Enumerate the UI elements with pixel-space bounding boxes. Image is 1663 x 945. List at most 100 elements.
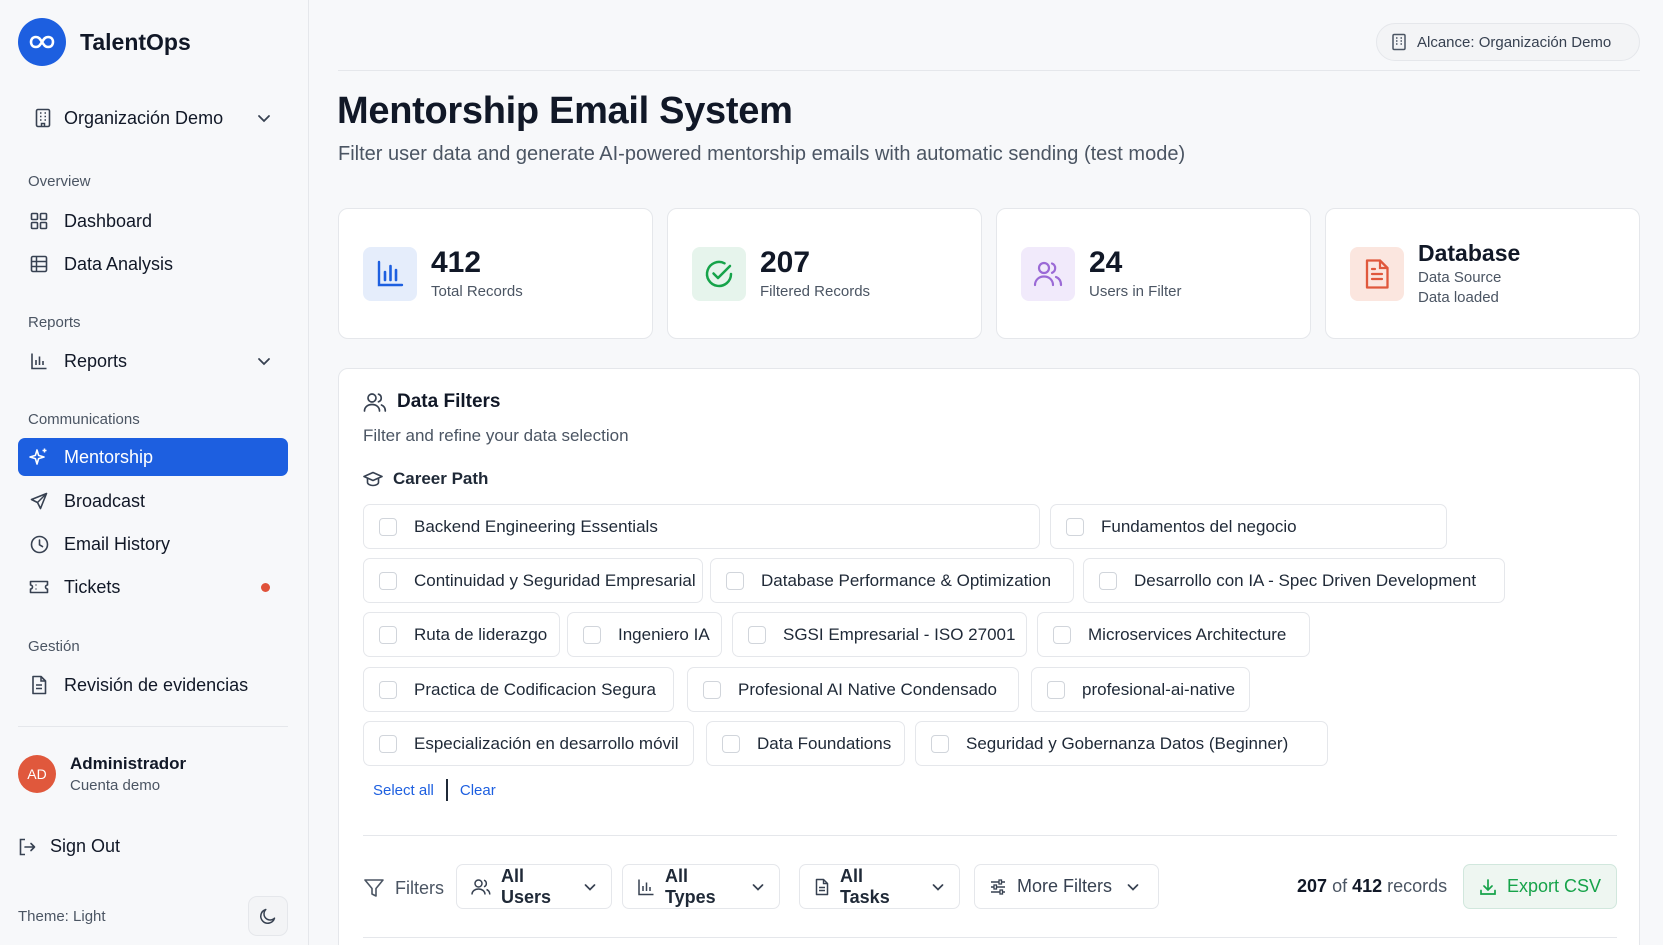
- clear-link[interactable]: Clear: [460, 782, 496, 799]
- career-path-checkbox[interactable]: Ruta de liderazgo: [363, 612, 560, 657]
- more-filters-label: More Filters: [1017, 876, 1113, 896]
- graduation-cap-icon: [363, 471, 383, 487]
- sign-out-button[interactable]: Sign Out: [18, 836, 120, 857]
- checkbox[interactable]: [748, 625, 766, 644]
- career-path-checkbox[interactable]: Data Foundations: [706, 721, 905, 766]
- records-of: of: [1332, 876, 1348, 896]
- checkbox[interactable]: [726, 571, 744, 590]
- checkbox[interactable]: [379, 680, 397, 699]
- sidebar-item-label: Tickets: [64, 576, 121, 597]
- sidebar-divider: [18, 726, 288, 727]
- export-csv-button[interactable]: Export CSV: [1463, 864, 1617, 909]
- user-card[interactable]: AD Administrador Cuenta demo: [18, 754, 186, 794]
- career-path-checkbox[interactable]: profesional-ai-native: [1031, 667, 1250, 712]
- sidebar-item-email-history[interactable]: Email History: [18, 525, 288, 563]
- checkbox[interactable]: [379, 517, 397, 536]
- building-icon: [34, 108, 52, 128]
- bar-chart-icon: [363, 246, 417, 301]
- career-path-checkbox[interactable]: SGSI Empresarial - ISO 27001: [732, 612, 1027, 657]
- checkbox[interactable]: [722, 734, 740, 753]
- tasks-dropdown[interactable]: All Tasks: [799, 864, 960, 909]
- stat-card-filtered-records: 207 Filtered Records: [667, 208, 982, 339]
- theme-toggle-button[interactable]: [248, 896, 288, 936]
- career-path-checkbox[interactable]: Desarrollo con IA - Spec Driven Developm…: [1083, 558, 1505, 603]
- checkbox[interactable]: [1053, 625, 1071, 644]
- filters-label-text: Filters: [395, 877, 444, 898]
- sidebar-item-mentorship[interactable]: Mentorship: [18, 438, 288, 476]
- career-path-checkbox[interactable]: Continuidad y Seguridad Empresarial: [363, 558, 703, 603]
- notification-dot: [261, 582, 270, 592]
- types-dropdown[interactable]: All Types: [622, 864, 780, 909]
- stat-value: 412: [431, 246, 482, 280]
- users-icon: [471, 878, 491, 896]
- career-path-checkbox[interactable]: Especialización en desarrollo móvil: [363, 721, 694, 766]
- checkbox[interactable]: [931, 734, 949, 753]
- checkbox[interactable]: [1066, 517, 1084, 536]
- section-gestion: Gestión: [28, 638, 80, 655]
- records-total: 412: [1352, 876, 1383, 896]
- users-icon: [363, 391, 387, 413]
- career-path-checkbox[interactable]: Microservices Architecture: [1037, 612, 1310, 657]
- career-path-option-label: Especialización en desarrollo móvil: [414, 733, 679, 753]
- user-name: Administrador: [70, 754, 187, 773]
- app-name: TalentOps: [80, 28, 191, 55]
- brand[interactable]: TalentOps: [18, 18, 191, 66]
- funnel-icon: [363, 877, 385, 899]
- checkbox[interactable]: [379, 734, 397, 753]
- stat-card-users-in-filter: 24 Users in Filter: [996, 208, 1311, 339]
- bar-chart-icon: [637, 878, 655, 896]
- checkbox[interactable]: [1047, 680, 1065, 699]
- checkbox[interactable]: [583, 625, 601, 644]
- bar-chart-icon: [28, 350, 50, 372]
- chevron-down-icon: [1126, 880, 1140, 894]
- ticket-icon: [28, 576, 50, 598]
- moon-icon: [259, 907, 277, 925]
- users-icon: [1021, 246, 1075, 301]
- career-path-heading: Career Path: [363, 469, 488, 489]
- organization-selector[interactable]: Organización Demo: [18, 96, 288, 140]
- sign-out-label: Sign Out: [50, 836, 121, 856]
- career-path-option-label: Microservices Architecture: [1088, 624, 1287, 644]
- tasks-dropdown-value: All Tasks: [840, 865, 890, 907]
- career-path-checkbox[interactable]: Seguridad y Gobernanza Datos (Beginner): [915, 721, 1328, 766]
- career-path-checkbox[interactable]: Fundamentos del negocio: [1050, 504, 1447, 549]
- checkbox[interactable]: [703, 680, 721, 699]
- career-path-checkbox[interactable]: Ingeniero IA: [567, 612, 722, 657]
- sidebar-item-broadcast[interactable]: Broadcast: [18, 482, 288, 520]
- filters-label: Filters: [363, 877, 444, 899]
- users-dropdown-value: All Users: [501, 865, 552, 907]
- sidebar-item-reports[interactable]: Reports: [18, 342, 288, 380]
- scope-label: Alcance: Organización Demo: [1417, 33, 1612, 51]
- sidebar-item-data-analysis[interactable]: Data Analysis: [18, 245, 288, 283]
- career-path-option-label: Desarrollo con IA - Spec Driven Developm…: [1134, 570, 1477, 590]
- stat-label: Filtered Records: [760, 282, 871, 300]
- stat-value: 207: [760, 246, 811, 280]
- checkbox[interactable]: [1099, 571, 1117, 590]
- career-path-option-label: Data Foundations: [757, 733, 892, 753]
- checkbox[interactable]: [379, 625, 397, 644]
- sidebar-item-dashboard[interactable]: Dashboard: [18, 202, 288, 240]
- chevron-down-icon: [751, 880, 765, 894]
- checkbox[interactable]: [379, 571, 397, 590]
- career-path-option-label: Practica de Codificacion Segura: [414, 679, 656, 699]
- sidebar-item-evidence-review[interactable]: Revisión de evidencias: [18, 666, 288, 704]
- data-filters-header: Data Filters: [363, 391, 500, 413]
- sidebar-item-label: Email History: [64, 533, 171, 554]
- sidebar-item-tickets[interactable]: Tickets: [18, 568, 288, 606]
- sidebar-item-label: Data Analysis: [64, 253, 174, 274]
- chevron-down-icon: [931, 880, 945, 894]
- stat-label: Users in Filter: [1089, 282, 1182, 300]
- career-path-checkbox[interactable]: Database Performance & Optimization: [710, 558, 1074, 603]
- data-filters-panel: Data Filters Filter and refine your data…: [338, 368, 1640, 945]
- users-dropdown[interactable]: All Users: [456, 864, 612, 909]
- career-path-checkbox[interactable]: Practica de Codificacion Segura: [363, 667, 674, 712]
- selection-links: Select all Clear: [373, 779, 496, 801]
- more-filters-dropdown[interactable]: More Filters: [974, 864, 1159, 909]
- career-path-checkbox[interactable]: Backend Engineering Essentials: [363, 504, 1040, 549]
- career-path-option-label: Ingeniero IA: [618, 624, 710, 644]
- types-dropdown-value: All Types: [665, 865, 716, 907]
- career-path-checkbox[interactable]: Profesional AI Native Condensado: [687, 667, 1019, 712]
- select-all-link[interactable]: Select all: [373, 782, 434, 799]
- career-path-option-label: profesional-ai-native: [1082, 679, 1236, 699]
- chevron-down-icon: [256, 353, 272, 369]
